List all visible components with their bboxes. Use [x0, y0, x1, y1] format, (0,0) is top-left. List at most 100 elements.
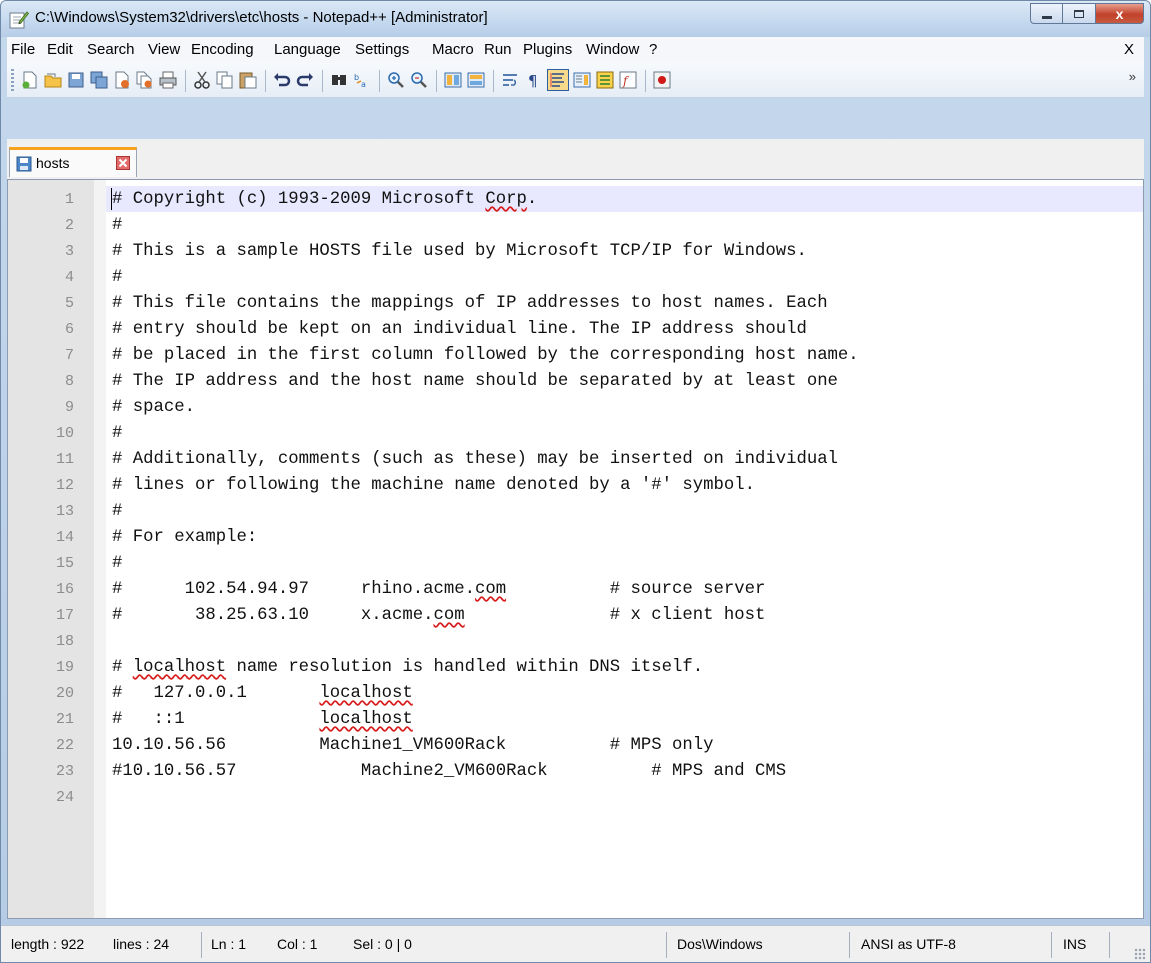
- line-number: 7: [64, 347, 74, 364]
- folder-workspace-icon[interactable]: f: [619, 71, 637, 89]
- close-file-icon[interactable]: [113, 71, 131, 89]
- menu-file[interactable]: File: [11, 41, 35, 58]
- line-number: 21: [55, 711, 74, 728]
- resize-grip[interactable]: [1134, 948, 1146, 960]
- indent-guide-icon[interactable]: [547, 69, 569, 91]
- minimize-button[interactable]: [1030, 3, 1063, 24]
- status-column: Col : 1: [277, 936, 318, 952]
- menu-window[interactable]: Window: [586, 41, 639, 58]
- line-text[interactable]: # This is a sample HOSTS file used by Mi…: [112, 242, 807, 261]
- line-text[interactable]: #: [112, 268, 122, 287]
- text-editor[interactable]: 1 # Copyright (c) 1993-2009 Microsoft Cor…: [7, 179, 1144, 919]
- word-wrap-icon[interactable]: [501, 71, 519, 89]
- line-text[interactable]: #10.10.56.57 Machine2_VM600Rack # MPS an…: [112, 762, 786, 781]
- menu-bar: File Edit Search View Encoding Language …: [7, 37, 1144, 63]
- menu-run[interactable]: Run: [484, 41, 512, 58]
- tab-strip: hosts: [7, 139, 1144, 179]
- menu-macro[interactable]: Macro: [432, 41, 474, 58]
- line-text[interactable]: # 102.54.94.97 rhino.acme.com # source s…: [112, 580, 765, 599]
- show-all-chars-icon[interactable]: ¶: [524, 71, 542, 89]
- maximize-button[interactable]: [1063, 3, 1096, 24]
- line-number: 4: [64, 269, 74, 286]
- menu-language[interactable]: Language: [274, 41, 341, 58]
- close-window-button[interactable]: x: [1096, 3, 1144, 24]
- line-text[interactable]: #: [112, 502, 122, 521]
- copy-icon[interactable]: [216, 71, 234, 89]
- tab-label: hosts: [36, 155, 70, 171]
- zoom-out-icon[interactable]: [410, 71, 428, 89]
- toolbar-separator: [645, 70, 646, 92]
- editor-line: 3 # This is a sample HOSTS file used by M…: [8, 238, 1143, 264]
- line-text[interactable]: # space.: [112, 398, 195, 417]
- line-text[interactable]: #: [112, 216, 122, 235]
- line-text[interactable]: # This file contains the mappings of IP …: [112, 294, 828, 313]
- line-number: 15: [55, 555, 74, 572]
- line-number: 10: [55, 425, 74, 442]
- line-number: 1: [64, 191, 74, 208]
- line-text[interactable]: #: [112, 554, 122, 573]
- line-text[interactable]: # localhost name resolution is handled w…: [112, 658, 703, 677]
- status-lines: lines : 24: [113, 936, 170, 952]
- save-all-icon[interactable]: [90, 71, 108, 89]
- editor-line: 14 # For example:: [8, 524, 1143, 550]
- line-text[interactable]: #: [112, 424, 122, 443]
- line-number: 8: [64, 373, 74, 390]
- menu-encoding[interactable]: Encoding: [191, 41, 254, 58]
- editor-line: 19 # localhost name resolution is handled…: [8, 654, 1143, 680]
- toolbar-overflow-button[interactable]: »: [1129, 69, 1136, 84]
- zoom-in-icon[interactable]: [387, 71, 405, 89]
- save-icon[interactable]: [67, 71, 85, 89]
- line-text[interactable]: # Additionally, comments (such as these)…: [112, 450, 838, 469]
- line-text[interactable]: # For example:: [112, 528, 257, 547]
- menu-settings[interactable]: Settings: [355, 41, 409, 58]
- toolbar-separator: [322, 70, 323, 92]
- record-macro-icon[interactable]: [653, 71, 671, 89]
- menu-help[interactable]: ?: [649, 41, 657, 58]
- editor-line: 22 10.10.56.56 Machine1_VM600Rack # MPS o…: [8, 732, 1143, 758]
- new-file-icon[interactable]: [21, 71, 39, 89]
- line-number: 3: [64, 243, 74, 260]
- toolbar-grip[interactable]: [11, 69, 14, 91]
- menu-search[interactable]: Search: [87, 41, 135, 58]
- editor-line: 16 # 102.54.94.97 rhino.acme.com # source…: [8, 576, 1143, 602]
- menu-view[interactable]: View: [148, 41, 180, 58]
- menu-edit[interactable]: Edit: [47, 41, 73, 58]
- line-text[interactable]: # 38.25.63.10 x.acme.com # x client host: [112, 606, 765, 625]
- notepad-plus-plus-icon: [9, 11, 29, 29]
- line-text[interactable]: # entry should be kept on an individual …: [112, 320, 807, 339]
- cut-icon[interactable]: [193, 71, 211, 89]
- line-number: 24: [55, 789, 74, 806]
- paste-icon[interactable]: [239, 71, 257, 89]
- close-document-button[interactable]: X: [1124, 41, 1134, 58]
- open-file-icon[interactable]: [44, 71, 62, 89]
- editor-line: 10 #: [8, 420, 1143, 446]
- line-text[interactable]: # 127.0.0.1 localhost: [112, 684, 413, 703]
- line-text[interactable]: # ::1 localhost: [112, 710, 413, 729]
- close-all-icon[interactable]: [136, 71, 154, 89]
- status-eol-format[interactable]: Dos\Windows: [677, 936, 763, 952]
- tab-close-icon[interactable]: [116, 156, 130, 170]
- line-text[interactable]: # lines or following the machine name de…: [112, 476, 755, 495]
- menu-plugins[interactable]: Plugins: [523, 41, 572, 58]
- status-length: length : 922: [11, 936, 85, 952]
- undo-icon[interactable]: [273, 71, 291, 89]
- status-encoding[interactable]: ANSI as UTF-8: [861, 936, 956, 952]
- tab-hosts[interactable]: hosts: [9, 147, 137, 177]
- line-text[interactable]: # Copyright (c) 1993-2009 Microsoft Corp…: [112, 190, 537, 209]
- editor-line: 13 #: [8, 498, 1143, 524]
- line-number: 18: [55, 633, 74, 650]
- sync-vertical-icon[interactable]: [444, 71, 462, 89]
- line-text[interactable]: # The IP address and the host name shoul…: [112, 372, 838, 391]
- function-list-icon[interactable]: [596, 71, 614, 89]
- doc-map-icon[interactable]: [573, 71, 591, 89]
- replace-icon[interactable]: ba: [353, 71, 371, 89]
- find-icon[interactable]: [330, 71, 348, 89]
- print-icon[interactable]: [159, 71, 177, 89]
- status-insert-mode[interactable]: INS: [1063, 936, 1086, 952]
- line-text[interactable]: # be placed in the first column followed…: [112, 346, 859, 365]
- line-text[interactable]: 10.10.56.56 Machine1_VM600Rack # MPS onl…: [112, 736, 714, 755]
- editor-line: 8 # The IP address and the host name shou…: [8, 368, 1143, 394]
- sync-horizontal-icon[interactable]: [467, 71, 485, 89]
- title-bar[interactable]: C:\Windows\System32\drivers\etc\hosts - …: [1, 1, 1150, 37]
- redo-icon[interactable]: [296, 71, 314, 89]
